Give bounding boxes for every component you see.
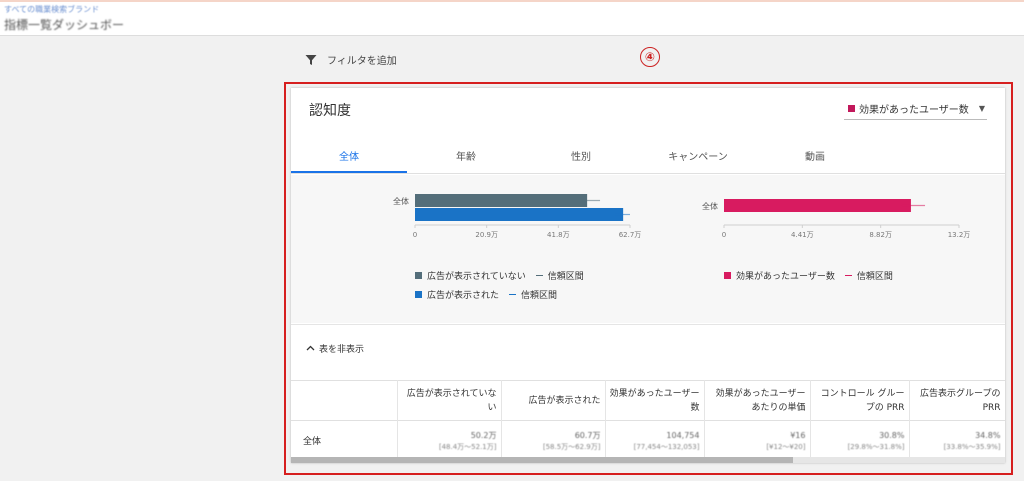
table-cell: 50.2万 [48.4万〜52.1万] — [397, 420, 502, 461]
horizontal-scrollbar[interactable] — [291, 457, 1005, 463]
tab-bar: 全体 年齢 性別 キャンペーン 動画 — [291, 144, 1005, 174]
data-table: 広告が表示されていない 広告が表示された 効果があったユーザー数 効果があったユ… — [291, 380, 1005, 461]
header-accent-line — [0, 0, 1024, 2]
metric-select[interactable]: 効果があったユーザー数 ▼ — [844, 98, 987, 120]
charts-area: 全体 0 20.9万 41.8万 62.7万 全体 0 4.41万 8.82万 13.2万 — [291, 175, 1005, 323]
table-header-cell[interactable]: 広告が表示されていない — [397, 380, 502, 421]
table-header-cell[interactable]: 効果があったユーザーあたりの単価 — [704, 380, 811, 421]
filter-icon — [305, 54, 317, 65]
add-filter-label: フィルタを追加 — [327, 56, 397, 67]
cell-ci: [77,454〜132,053] — [633, 443, 700, 452]
tab-campaign[interactable]: キャンペーン — [637, 144, 759, 173]
table-cell: 104,754 [77,454〜132,053] — [605, 420, 705, 461]
hide-table-label: 表を非表示 — [319, 345, 365, 355]
table-cell: 60.7万 [58.5万〜62.9万] — [501, 420, 606, 461]
x-tick-label: 0 — [413, 231, 417, 239]
cell-value: ¥16 — [790, 431, 806, 441]
hide-table-button[interactable]: 表を非表示 — [306, 342, 364, 355]
legend-label: 広告が表示されていない — [427, 272, 526, 282]
legend-ci-label: 信頼区間 — [547, 272, 584, 282]
cell-value: 30.8% — [879, 431, 905, 441]
x-tick-label: 62.7万 — [619, 231, 642, 239]
x-tick-label: 13.2万 — [948, 231, 971, 239]
cell-value: 60.7万 — [574, 431, 601, 441]
chevron-up-icon — [306, 345, 315, 351]
legend-swatch — [415, 272, 422, 279]
page-title: 指標一覧ダッシュボー — [4, 18, 125, 32]
legend-ci-label: 信頼区間 — [856, 272, 893, 282]
top-header: すべての職業検索ブランド 指標一覧ダッシュボー — [0, 0, 1024, 36]
metric-color-swatch — [848, 105, 855, 112]
table-header-row: 広告が表示されていない 広告が表示された 効果があったユーザー数 効果があったユ… — [291, 380, 1005, 421]
x-tick-label: 8.82万 — [869, 231, 892, 239]
bar — [415, 208, 624, 221]
table-header-cell[interactable]: 広告が表示された — [501, 380, 606, 421]
tab-gender[interactable]: 性別 — [525, 144, 637, 173]
legend-label: 広告が表示された — [427, 291, 500, 301]
awareness-card: 認知度 効果があったユーザー数 ▼ 全体 年齢 性別 キャンペーン 動画 全体 0… — [291, 88, 1005, 463]
legend-swatch — [415, 291, 422, 298]
cell-ci: [58.5万〜62.9万] — [542, 443, 601, 452]
x-tick-label: 0 — [722, 231, 726, 239]
cell-ci: [48.4万〜52.1万] — [438, 443, 497, 452]
bar-charts: 全体 0 20.9万 41.8万 62.7万 全体 0 4.41万 8.82万 13.2万 — [393, 194, 971, 239]
table-toggle-row: 表を非表示 — [291, 324, 1005, 381]
table-header-cell[interactable]: コントロール グループの PRR — [810, 380, 910, 421]
legend-dash — [535, 274, 543, 277]
x-tick-label: 20.9万 — [475, 231, 498, 239]
cell-ci: [¥12〜¥20] — [766, 443, 806, 452]
legend-item: 効果があったユーザー数 信頼区間 — [724, 269, 893, 282]
breadcrumb[interactable]: すべての職業検索ブランド — [4, 4, 99, 15]
cell-ci: [29.8%〜31.8%] — [847, 443, 905, 452]
chevron-down-icon: ▼ — [978, 104, 985, 113]
legend-swatch — [724, 272, 731, 279]
cell-value: 104,754 — [666, 431, 700, 441]
legend-dash — [844, 274, 852, 277]
legend-item: 広告が表示された 信頼区間 — [415, 288, 584, 301]
annotation-marker: ④ — [640, 47, 660, 67]
x-tick-label: 4.41万 — [791, 231, 814, 239]
add-filter-button[interactable]: フィルタを追加 — [305, 52, 397, 67]
table-row-label: 全体 — [291, 420, 398, 461]
x-tick-label: 41.8万 — [547, 231, 570, 239]
metric-select-value: 効果があったユーザー数 — [859, 105, 969, 116]
chart-legend-right: 効果があったユーザー数 信頼区間 — [724, 269, 893, 282]
table-row: 全体 50.2万 [48.4万〜52.1万] 60.7万 [58.5万〜62.9… — [291, 420, 1005, 461]
legend-ci-label: 信頼区間 — [521, 291, 558, 301]
chart-legend-left: 広告が表示されていない 信頼区間 広告が表示された 信頼区間 — [415, 269, 584, 301]
legend-label: 効果があったユーザー数 — [736, 272, 835, 282]
card-title: 認知度 — [309, 103, 351, 119]
bar — [724, 199, 911, 212]
legend-item: 広告が表示されていない 信頼区間 — [415, 269, 584, 282]
table-cell: 34.8% [33.8%〜35.9%] — [909, 420, 1005, 461]
table-cell: ¥16 [¥12〜¥20] — [704, 420, 811, 461]
legend-dash — [509, 293, 517, 296]
table-cell: 30.8% [29.8%〜31.8%] — [810, 420, 910, 461]
tab-video[interactable]: 動画 — [759, 144, 871, 173]
tab-age[interactable]: 年齢 — [407, 144, 525, 173]
cell-value: 34.8% — [975, 431, 1001, 441]
table-header-cell — [291, 380, 398, 421]
category-label: 全体 — [393, 196, 409, 206]
table-header-cell[interactable]: 効果があったユーザー数 — [605, 380, 705, 421]
scrollbar-thumb[interactable] — [291, 457, 793, 463]
cell-ci: [33.8%〜35.9%] — [943, 443, 1001, 452]
bar — [415, 194, 588, 207]
category-label: 全体 — [702, 201, 718, 211]
table-header-cell[interactable]: 広告表示グループの PRR — [909, 380, 1005, 421]
tab-overall[interactable]: 全体 — [291, 144, 407, 173]
cell-value: 50.2万 — [470, 431, 497, 441]
